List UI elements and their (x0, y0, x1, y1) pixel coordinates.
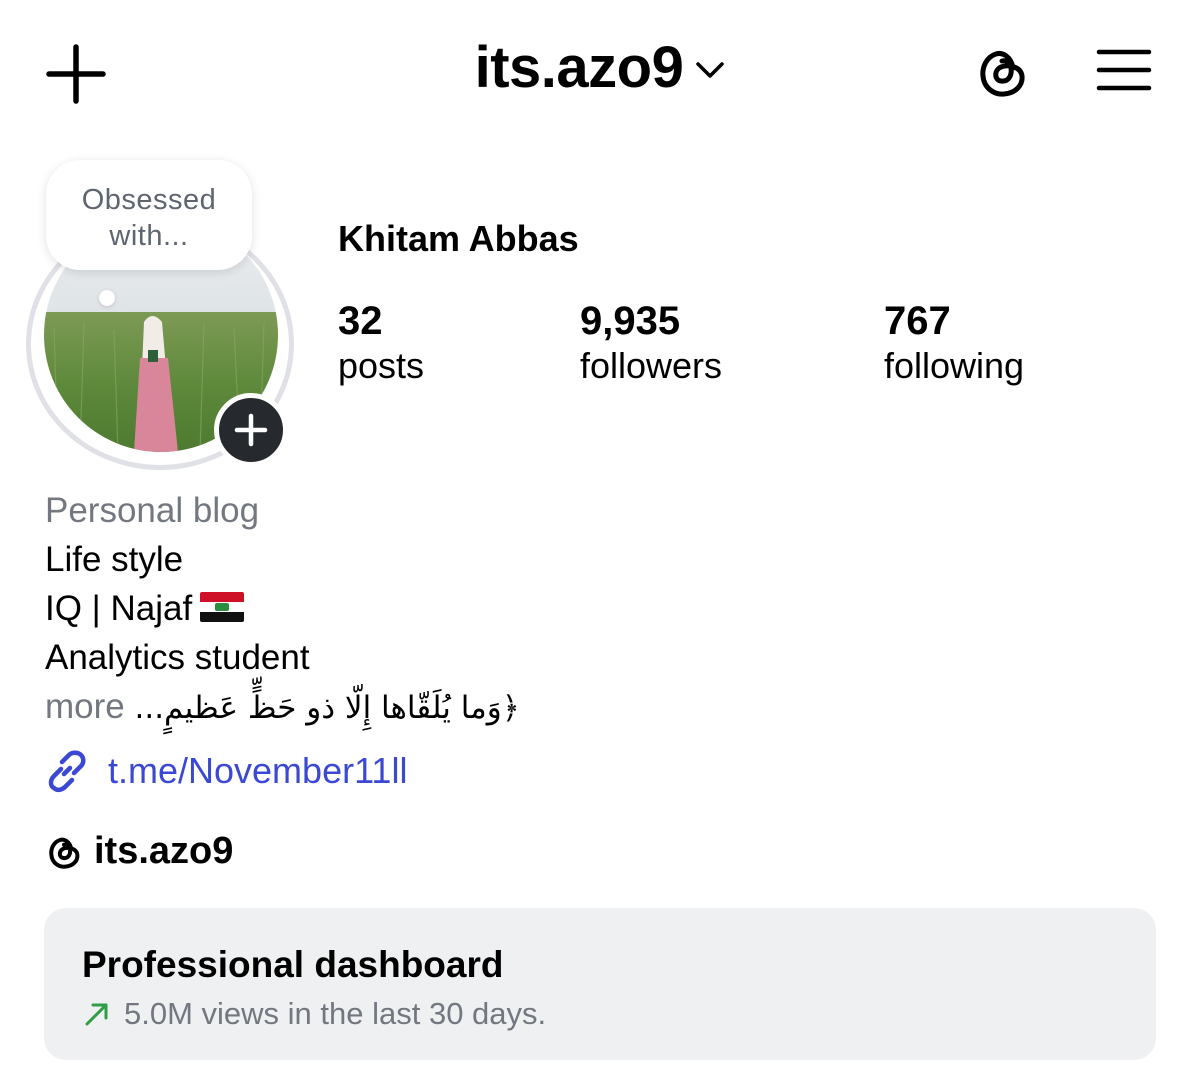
bio-line: IQ | Najaf (45, 589, 193, 628)
bio-quote-line[interactable]: more ﴿وَما يُلَقّاها إِلّا ذو حَظٍّ عَظي… (45, 686, 520, 729)
threads-button[interactable] (972, 42, 1032, 102)
threads-handle: its.azo9 (94, 830, 234, 872)
followers-stat[interactable]: 9,935 followers (580, 298, 722, 388)
bio-quote: ﴿وَما يُلَقّاها إِلّا ذو حَظٍّ عَظيمٍ... (134, 690, 520, 726)
display-name: Khitam Abbas (338, 218, 579, 259)
note-bubble[interactable]: Obsessed with... (46, 160, 252, 270)
bio-link[interactable]: t.me/November11ll (44, 748, 407, 794)
following-label: following (884, 345, 1025, 386)
bio-line: Life style (45, 540, 184, 579)
posts-count: 32 (338, 299, 383, 343)
bio-category: Personal blog (45, 491, 260, 530)
posts-stat[interactable]: 32 posts (338, 298, 424, 388)
plus-icon (234, 413, 268, 447)
create-button[interactable] (46, 44, 106, 104)
account-switcher[interactable]: its.azo9 (475, 34, 726, 101)
link-icon (48, 750, 86, 793)
dashboard-subtitle-row: 5.0M views in the last 30 days. (84, 996, 546, 1032)
iraq-flag-icon (200, 592, 245, 622)
bio-line-location: IQ | Najaf (45, 588, 245, 630)
bio-more-link[interactable]: more (45, 687, 125, 726)
professional-dashboard-card[interactable]: Professional dashboard 5.0M views in the… (44, 908, 1156, 1060)
posts-label: posts (338, 345, 425, 386)
plus-icon (46, 44, 106, 104)
trending-up-arrow-icon (85, 1003, 108, 1026)
threads-icon (49, 837, 80, 869)
note-bubble-tail (99, 290, 115, 306)
profile-username: its.azo9 (474, 35, 684, 100)
followers-label: followers (580, 345, 723, 386)
bio-line: Analytics student (45, 638, 310, 677)
dashboard-subtitle: 5.0M views in the last 30 days. (124, 996, 547, 1031)
following-stat[interactable]: 767 following (884, 298, 1024, 388)
following-count: 767 (884, 299, 951, 343)
hamburger-menu-icon (1096, 49, 1152, 91)
followers-count: 9,935 (580, 299, 681, 343)
menu-button[interactable] (1096, 46, 1152, 94)
threads-profile-badge[interactable]: its.azo9 (44, 830, 233, 873)
dashboard-title: Professional dashboard (82, 944, 504, 985)
note-text-line-2: with... (109, 220, 189, 252)
note-text-line-1: Obsessed (81, 184, 217, 216)
chevron-down-icon (696, 61, 725, 78)
threads-icon (980, 51, 1025, 97)
bio-link-text: t.me/November11ll (108, 750, 408, 791)
add-story-button[interactable] (214, 393, 288, 467)
